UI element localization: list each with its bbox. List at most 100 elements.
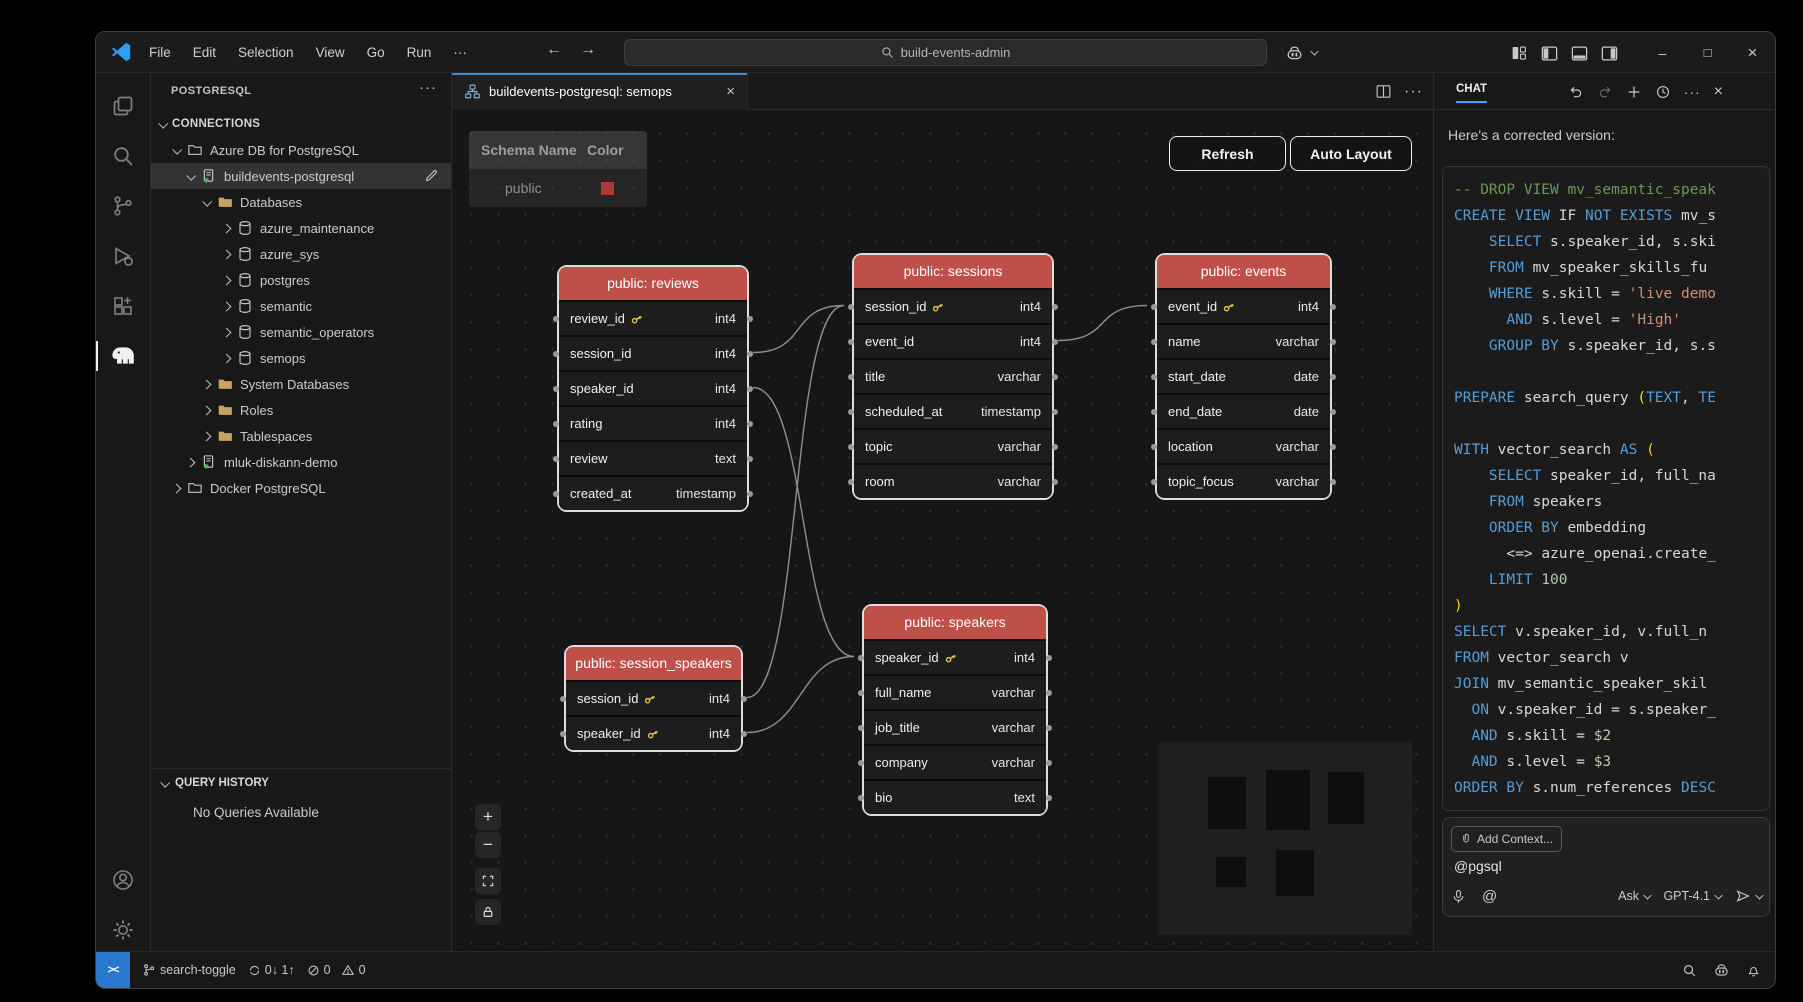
undo-icon[interactable] — [1568, 84, 1584, 100]
table-column-row[interactable]: reviewtext — [559, 442, 747, 475]
menu-item-[interactable]: ··· — [444, 41, 476, 64]
table-column-row[interactable]: speaker_idint4 — [566, 717, 741, 750]
tree-item-postgres[interactable]: postgres — [151, 267, 451, 293]
source-control-icon[interactable] — [104, 187, 142, 225]
tab-schema-visualization[interactable]: buildevents-postgresql: semops × — [452, 73, 748, 110]
table-column-row[interactable]: created_attimestamp — [559, 477, 747, 510]
table-column-row[interactable]: scheduled_attimestamp — [854, 395, 1052, 428]
zoom-in-button[interactable]: + — [475, 804, 501, 830]
redo-icon[interactable] — [1597, 84, 1613, 100]
table-header[interactable]: public: sessions — [854, 255, 1052, 288]
menu-item-file[interactable]: File — [140, 41, 180, 64]
tree-item-mluk-diskann-demo[interactable]: mluk-diskann-demo — [151, 449, 451, 475]
table-header[interactable]: public: speakers — [864, 606, 1046, 639]
table-column-row[interactable]: roomvarchar — [854, 465, 1052, 498]
mention-icon[interactable]: @ — [1482, 888, 1497, 905]
postgresql-elephant-icon[interactable] — [104, 337, 142, 375]
sidebar-more-actions-icon[interactable]: ··· — [419, 79, 437, 96]
refresh-button[interactable]: Refresh — [1169, 136, 1286, 171]
sync-status-item[interactable]: 0↓ 1↑ — [248, 963, 295, 977]
table-column-row[interactable]: event_idint4 — [854, 325, 1052, 358]
table-header[interactable]: public: events — [1157, 255, 1330, 288]
close-window-button[interactable]: × — [1730, 32, 1775, 73]
extensions-icon[interactable] — [104, 287, 142, 325]
table-column-row[interactable]: namevarchar — [1157, 325, 1330, 358]
table-column-row[interactable]: topic_focusvarchar — [1157, 465, 1330, 498]
diagram-minimap[interactable] — [1158, 742, 1412, 935]
history-icon[interactable] — [1655, 84, 1671, 100]
table-column-row[interactable]: speaker_idint4 — [559, 372, 747, 405]
tree-item-azure-db-for-postgresql[interactable]: Azure DB for PostgreSQL — [151, 137, 451, 163]
table-column-row[interactable]: event_idint4 — [1157, 290, 1330, 323]
copilot-chevron-icon[interactable] — [1311, 47, 1319, 55]
table-column-row[interactable]: biotext — [864, 781, 1046, 814]
table-column-row[interactable]: companyvarchar — [864, 746, 1046, 779]
fit-view-button[interactable] — [475, 868, 501, 894]
menu-item-go[interactable]: Go — [358, 41, 394, 64]
settings-gear-icon[interactable] — [104, 911, 142, 949]
table-column-row[interactable]: review_idint4 — [559, 302, 747, 335]
nav-back-button[interactable]: ← — [542, 41, 566, 59]
diagram-table-publicevents[interactable]: public: eventsevent_idint4namevarcharsta… — [1155, 253, 1332, 500]
chat-close-icon[interactable]: × — [1714, 83, 1723, 101]
menu-item-run[interactable]: Run — [398, 41, 441, 64]
table-column-row[interactable]: end_datedate — [1157, 395, 1330, 428]
toggle-panel-icon[interactable] — [1566, 40, 1592, 66]
send-button[interactable] — [1735, 888, 1762, 904]
diagram-table-publicsessions[interactable]: public: sessionssession_idint4event_idin… — [852, 253, 1054, 500]
editor-more-actions-icon[interactable]: ··· — [1404, 83, 1423, 101]
tree-item-semantic[interactable]: semantic — [151, 293, 451, 319]
tree-item-semops[interactable]: semops — [151, 345, 451, 371]
menu-item-edit[interactable]: Edit — [184, 41, 225, 64]
table-column-row[interactable]: full_namevarchar — [864, 676, 1046, 709]
table-column-row[interactable]: ratingint4 — [559, 407, 747, 440]
table-column-row[interactable]: topicvarchar — [854, 430, 1052, 463]
copilot-status-icon[interactable] — [1713, 962, 1730, 979]
model-picker[interactable]: GPT-4.1 — [1663, 889, 1720, 903]
split-editor-icon[interactable] — [1375, 83, 1392, 100]
table-column-row[interactable]: session_idint4 — [559, 337, 747, 370]
mic-icon[interactable] — [1451, 889, 1466, 904]
nav-forward-button[interactable]: → — [576, 41, 600, 59]
maximize-button[interactable]: □ — [1685, 32, 1730, 73]
table-column-row[interactable]: start_datedate — [1157, 360, 1330, 393]
menu-item-view[interactable]: View — [307, 41, 354, 64]
table-column-row[interactable]: locationvarchar — [1157, 430, 1330, 463]
table-header[interactable]: public: session_speakers — [566, 647, 741, 680]
remote-indicator[interactable]: >< — [96, 952, 130, 988]
minimize-button[interactable]: – — [1640, 32, 1685, 73]
table-column-row[interactable]: titlevarchar — [854, 360, 1052, 393]
diagram-table-publicspeakers[interactable]: public: speakersspeaker_idint4full_namev… — [862, 604, 1048, 816]
tree-item-azure-sys[interactable]: azure_sys — [151, 241, 451, 267]
zoom-out-button[interactable]: − — [475, 832, 501, 858]
tab-close-icon[interactable]: × — [726, 83, 735, 100]
menu-item-selection[interactable]: Selection — [229, 41, 303, 64]
copilot-icon[interactable] — [1281, 40, 1307, 66]
tree-item-buildevents-postgresql[interactable]: buildevents-postgresql — [151, 163, 451, 189]
tree-item-docker-postgresql[interactable]: Docker PostgreSQL — [151, 475, 451, 501]
chat-input-value[interactable]: @pgsql — [1454, 858, 1502, 874]
lock-button[interactable] — [475, 899, 501, 925]
table-column-row[interactable]: speaker_idint4 — [864, 641, 1046, 674]
command-center-search[interactable]: build-events-admin — [624, 39, 1267, 66]
chat-mode-picker[interactable]: Ask — [1618, 889, 1649, 903]
query-history-header[interactable]: QUERY HISTORY — [151, 769, 451, 797]
run-debug-icon[interactable] — [104, 237, 142, 275]
git-branch-item[interactable]: search-toggle — [142, 963, 236, 977]
diagram-table-publicreviews[interactable]: public: reviewsreview_idint4session_idin… — [557, 265, 749, 512]
toggle-secondary-sidebar-icon[interactable] — [1596, 40, 1622, 66]
edit-pencil-icon[interactable] — [424, 168, 439, 183]
search-icon[interactable] — [104, 137, 142, 175]
tree-item-databases[interactable]: Databases — [151, 189, 451, 215]
errors-item[interactable]: 0 0 — [307, 963, 366, 977]
notifications-bell-icon[interactable] — [1746, 963, 1761, 978]
tree-item-system-databases[interactable]: System Databases — [151, 371, 451, 397]
er-diagram-canvas[interactable]: public: reviewsreview_idint4session_idin… — [452, 110, 1433, 951]
tree-item-tablespaces[interactable]: Tablespaces — [151, 423, 451, 449]
diagram-table-publicsession_speakers[interactable]: public: session_speakerssession_idint4sp… — [564, 645, 743, 752]
new-chat-icon[interactable] — [1626, 84, 1642, 100]
tree-item-semantic-operators[interactable]: semantic_operators — [151, 319, 451, 345]
customize-layout-icon[interactable] — [1506, 40, 1532, 66]
chat-more-actions-icon[interactable]: ··· — [1684, 84, 1701, 100]
toggle-sidebar-icon[interactable] — [1536, 40, 1562, 66]
